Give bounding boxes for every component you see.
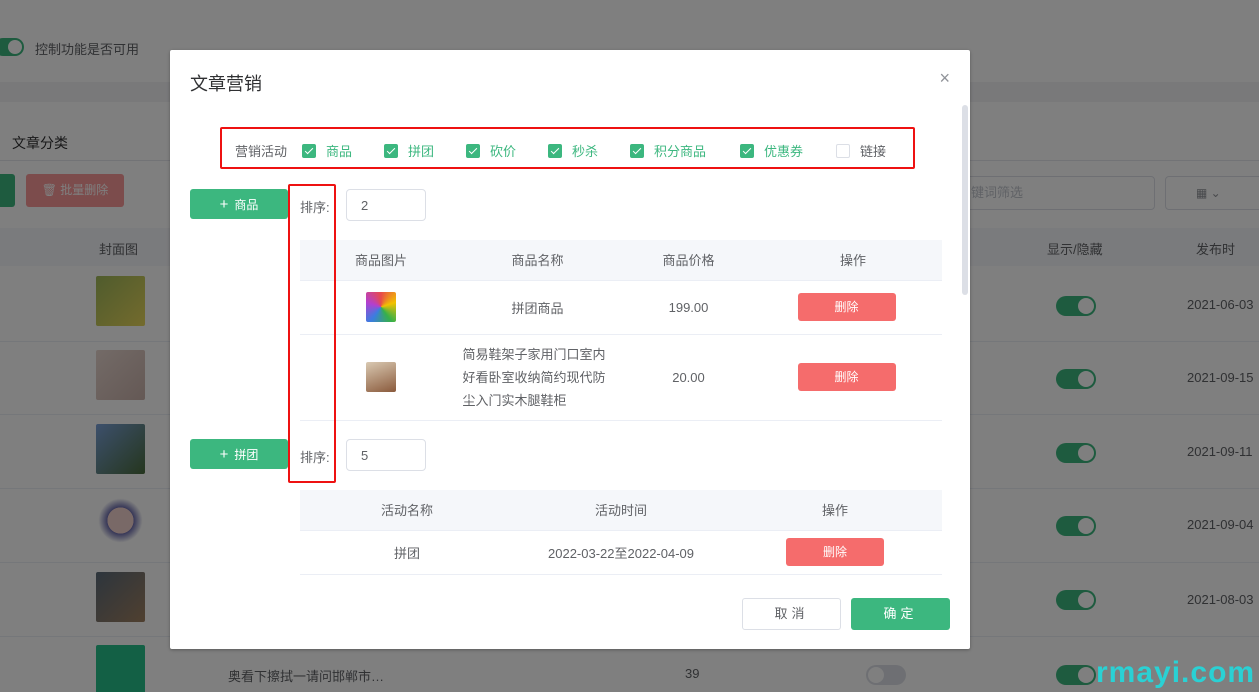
sort-highlight-box [288,184,336,483]
activity-time: 2022-03-22至2022-04-09 [514,530,728,575]
plus-icon: + [219,195,229,213]
table-header-row: 活动名称 活动时间 操作 [300,490,942,531]
plus-icon: + [219,445,229,463]
check-icon [302,143,316,158]
checkbox-link[interactable]: 链接 [836,141,886,160]
column-activity-name: 活动名称 [300,490,514,531]
checkbox-label: 积分商品 [654,144,707,159]
article-marketing-dialog: 文章营销 × 营销活动 商品 拼团 砍价 秒杀 积分商品 优惠券 链接 + 商品 … [170,50,970,649]
check-icon [466,143,480,158]
goods-name: 拼团商品 [462,280,613,335]
checkbox-coupon[interactable]: 优惠券 [740,141,803,160]
delete-button[interactable]: 删除 [786,538,884,566]
confirm-button[interactable]: 确定 [851,598,950,630]
actions-cell: 删除 [764,280,942,335]
delete-button[interactable]: 删除 [797,293,896,321]
column-actions: 操作 [764,240,942,281]
table-row: 简易鞋架子家用门口室内好看卧室收纳简约现代防尘入门实木腿鞋柜 20.00 删除 [300,334,942,421]
goods-image [366,292,396,322]
cancel-button[interactable]: 取消 [742,598,841,630]
checkbox-label: 链接 [860,144,887,159]
table-row: 拼团 2022-03-22至2022-04-09 删除 [300,530,942,575]
dialog-scrollbar[interactable] [962,105,968,295]
actions-cell: 删除 [764,334,942,421]
activity-label: 营销活动 [235,144,288,159]
watermark: rmayi.com [1096,656,1256,689]
checkbox-label: 砍价 [490,144,517,159]
table-header-row: 商品图片 商品名称 商品价格 操作 [300,240,942,281]
dialog-title: 文章营销 [190,74,262,94]
goods-sort-input[interactable] [346,189,426,221]
goods-price: 199.00 [613,280,764,335]
delete-button[interactable]: 删除 [797,363,896,391]
checkbox-goods[interactable]: 商品 [302,141,352,160]
goods-name: 简易鞋架子家用门口室内好看卧室收纳简约现代防尘入门实木腿鞋柜 [462,346,606,408]
group-sort-input[interactable] [346,439,426,471]
add-goods-button[interactable]: + 商品 [190,189,288,219]
check-icon [630,143,644,158]
check-icon [836,143,850,158]
goods-image [366,362,396,392]
checkbox-label: 商品 [326,144,353,159]
goods-table: 商品图片 商品名称 商品价格 操作 拼团商品 199.00 删除 简易鞋架子家用… [300,240,942,421]
column-goods-price: 商品价格 [613,240,764,281]
check-icon [384,143,398,158]
goods-price: 20.00 [613,334,764,421]
checkbox-points-goods[interactable]: 积分商品 [630,141,706,160]
add-group-buy-button[interactable]: + 拼团 [190,439,288,469]
checkbox-label: 优惠券 [764,144,804,159]
checkbox-label: 拼团 [408,144,435,159]
column-goods-name: 商品名称 [462,240,613,281]
table-row: 拼团商品 199.00 删除 [300,280,942,335]
checkbox-flash-sale[interactable]: 秒杀 [548,141,598,160]
marketing-activity-group: 营销活动 商品 拼团 砍价 秒杀 积分商品 优惠券 链接 [220,127,915,169]
check-icon [548,143,562,158]
activity-name: 拼团 [300,530,514,575]
goods-name-cell: 简易鞋架子家用门口室内好看卧室收纳简约现代防尘入门实木腿鞋柜 [462,334,613,421]
add-group-buy-label: 拼团 [234,447,259,462]
checkbox-bargain[interactable]: 砍价 [466,141,516,160]
group-buy-table: 活动名称 活动时间 操作 拼团 2022-03-22至2022-04-09 删除 [300,490,942,575]
actions-cell: 删除 [728,530,942,575]
column-activity-time: 活动时间 [514,490,728,531]
check-icon [740,143,754,158]
add-goods-label: 商品 [234,197,259,212]
close-icon[interactable]: × [939,68,950,89]
checkbox-label: 秒杀 [572,144,599,159]
checkbox-group-buy[interactable]: 拼团 [384,141,434,160]
column-actions: 操作 [728,490,942,531]
